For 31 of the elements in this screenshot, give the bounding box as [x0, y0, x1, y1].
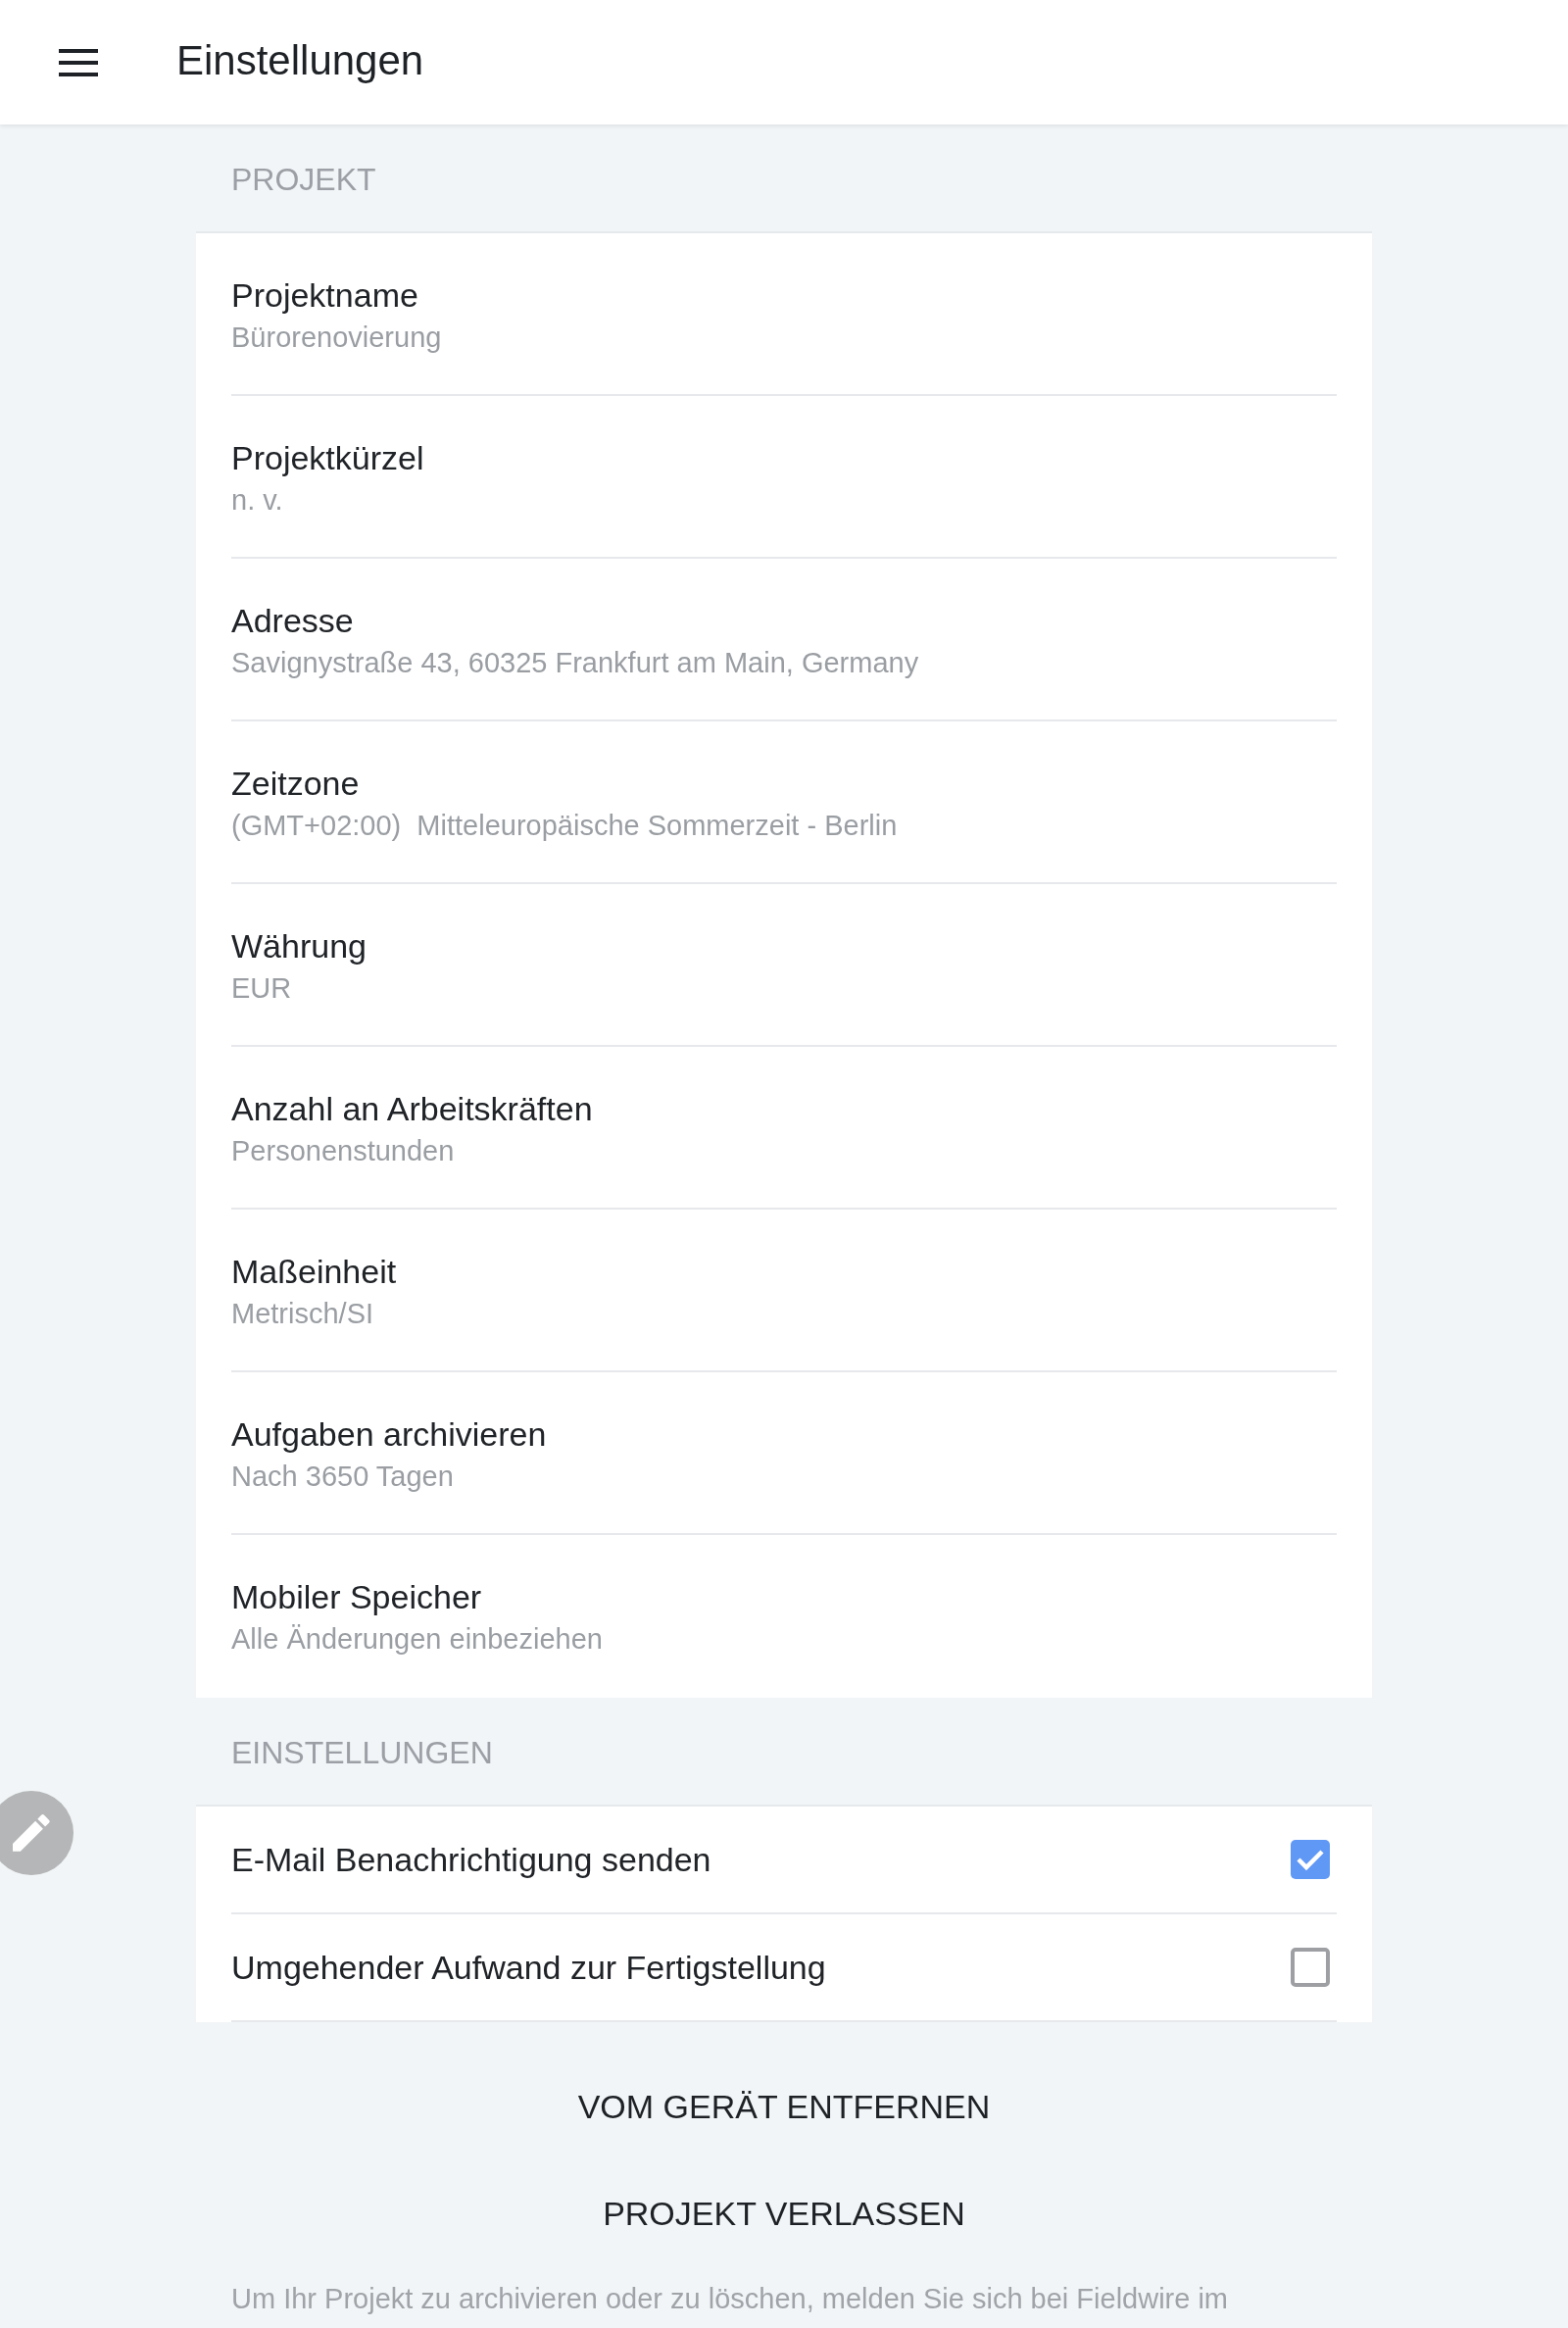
setting-value: Alle Änderungen einbeziehen: [231, 1622, 603, 1657]
setting-label: Umgehender Aufwand zur Fertigstellung: [231, 1948, 826, 1988]
setting-label: Aufgaben archivieren: [231, 1414, 547, 1455]
pencil-icon: [13, 1814, 50, 1852]
page-title: Einstellungen: [176, 35, 424, 85]
footer-note: Um Ihr Projekt zu archivieren oder zu löschen, melden Sie sich bei Fieldwire im: [230, 2282, 1230, 2316]
checkmark-icon: [1296, 1848, 1325, 1871]
setting-value: n. v.: [231, 483, 283, 518]
section-heading: PROJEKT: [230, 161, 377, 199]
setting-value: Metrisch/SI: [231, 1297, 374, 1331]
setting-label: Währung: [231, 926, 367, 966]
setting-label: Maßeinheit: [231, 1252, 397, 1292]
setting-label: Anzahl an Arbeitskräften: [231, 1089, 593, 1129]
menu-icon[interactable]: [59, 48, 98, 76]
setting-value: Bürorenovierung: [231, 321, 442, 355]
setting-label: Zeitzone: [231, 764, 360, 804]
setting-value: Nach 3650 Tagen: [231, 1460, 454, 1494]
setting-value: EUR: [231, 971, 292, 1006]
setting-value: Personenstunden: [231, 1134, 455, 1168]
setting-value: Savignystraße 43, 60325 Frankfurt am Main, Germany: [231, 646, 919, 680]
setting-value: (GMT+02:00) Mitteleuropäische Sommerzeit - Berlin: [231, 809, 898, 843]
checkbox[interactable]: [1291, 1948, 1330, 1987]
setting-label: E-Mail Benachrichtigung senden: [231, 1840, 711, 1880]
checkbox[interactable]: [1291, 1840, 1330, 1879]
action-button[interactable]: VOM GERÄT ENTFERNEN: [554, 2067, 1014, 2146]
setting-label: Mobiler Speicher: [231, 1577, 482, 1617]
section-heading: EINSTELLUNGEN: [230, 1734, 494, 1772]
setting-label: Adresse: [231, 601, 354, 641]
setting-label: Projektname: [231, 275, 418, 316]
action-button[interactable]: PROJEKT VERLASSEN: [579, 2174, 989, 2253]
setting-label: Projektkürzel: [231, 438, 424, 478]
